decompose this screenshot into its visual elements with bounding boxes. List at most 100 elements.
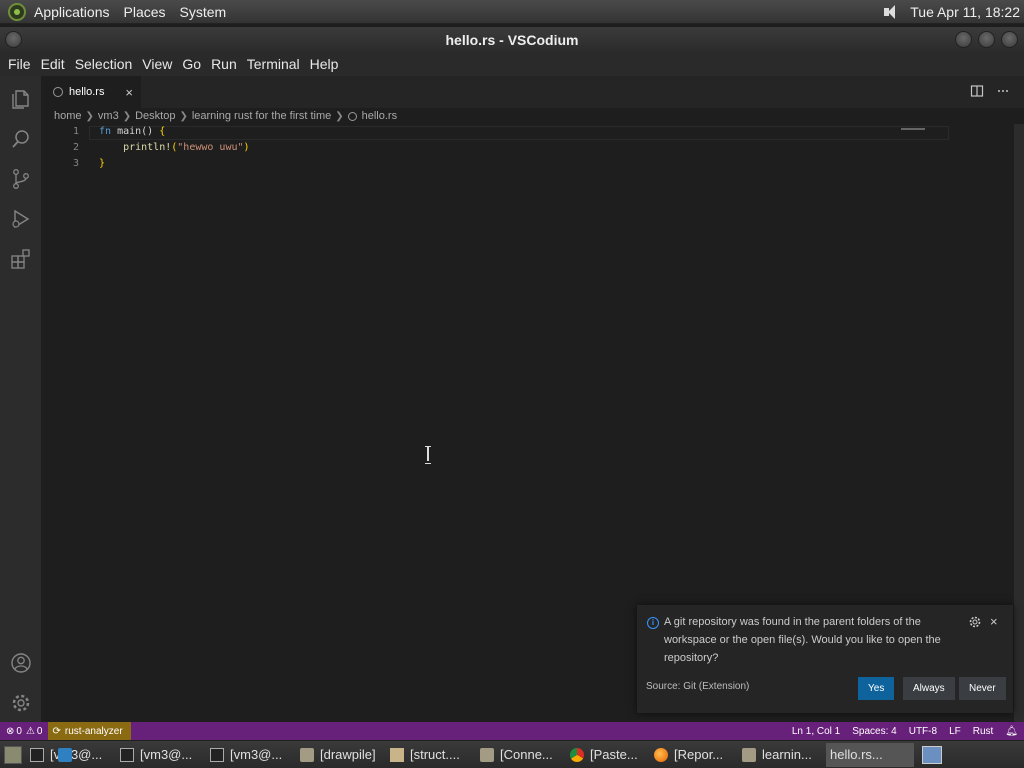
code-line[interactable]: 1 fn main() { xyxy=(41,123,941,139)
chevron-right-icon: ❯ xyxy=(85,110,94,122)
menu-view[interactable]: View xyxy=(137,56,177,72)
breadcrumb-folder[interactable]: learning rust for the first time xyxy=(192,110,331,122)
window-titlebar[interactable]: hello.rs - VSCodium xyxy=(0,27,1024,52)
line-number: 1 xyxy=(72,125,79,137)
taskbar-item[interactable]: [Conne... xyxy=(476,743,562,767)
status-bar: ⊗ 0 ⚠ 0 ⟳ rust-analyzer Ln 1, Col 1 Spac… xyxy=(0,722,1024,740)
split-editor-icon[interactable] xyxy=(970,84,984,98)
menu-terminal[interactable]: Terminal xyxy=(242,56,305,72)
menu-edit[interactable]: Edit xyxy=(36,56,70,72)
close-window-button[interactable] xyxy=(1001,31,1018,48)
code-line[interactable]: 2 println!("hewwo uwu") xyxy=(41,139,941,155)
tab-close-icon[interactable]: × xyxy=(125,85,133,100)
chevron-right-icon: ❯ xyxy=(335,110,344,122)
source-control-icon[interactable] xyxy=(10,168,32,190)
end-of-line[interactable]: LF xyxy=(949,726,961,737)
manage-gear-icon[interactable] xyxy=(10,692,32,714)
accounts-icon[interactable] xyxy=(10,652,32,674)
menubar: File Edit Selection View Go Run Terminal… xyxy=(0,52,1024,76)
activity-bar xyxy=(0,76,41,722)
chrome-icon xyxy=(570,747,584,762)
menu-go[interactable]: Go xyxy=(177,56,206,72)
error-icon: ⊗ xyxy=(6,725,15,737)
taskbar-item[interactable]: learnin... xyxy=(738,743,822,767)
terminal-icon xyxy=(210,747,224,762)
taskbar: [vm3@... [vm3@... [vm3@... [drawpile] [s… xyxy=(0,741,1024,768)
rust-file-icon xyxy=(347,111,357,121)
language-mode[interactable]: Rust xyxy=(973,726,994,737)
text-cursor-icon xyxy=(425,446,431,464)
notification-settings-gear-icon[interactable] xyxy=(969,616,981,628)
chevron-right-icon: ❯ xyxy=(122,110,132,122)
info-icon: i xyxy=(647,617,659,629)
menu-run[interactable]: Run xyxy=(206,56,242,72)
rust-analyzer-status[interactable]: ⟳ rust-analyzer xyxy=(48,722,131,740)
code-line[interactable]: 3 } xyxy=(41,155,941,171)
encoding[interactable]: UTF-8 xyxy=(909,726,937,737)
taskbar-item-active[interactable]: hello.rs... xyxy=(58,742,914,767)
tab-hello-rs[interactable]: hello.rs × xyxy=(41,76,141,108)
folder-icon xyxy=(480,747,494,762)
window-title: hello.rs - VSCodium xyxy=(445,31,579,48)
taskbar-item[interactable]: [struct.... xyxy=(386,743,472,767)
notification-message: A git repository was found in the parent… xyxy=(664,616,941,664)
panel-menu-places[interactable]: Places xyxy=(124,4,166,20)
terminal-icon xyxy=(120,747,134,762)
problems-indicator[interactable]: ⊗ 0 ⚠ 0 xyxy=(6,726,42,737)
cursor-position[interactable]: Ln 1, Col 1 xyxy=(792,726,840,737)
breadcrumb-vm3[interactable]: vm3 xyxy=(98,110,119,122)
panel-menu-system[interactable]: System xyxy=(180,4,227,20)
terminal-icon xyxy=(30,747,44,762)
panel-menu-applications[interactable]: Applications xyxy=(34,4,110,20)
never-button[interactable]: Never xyxy=(959,677,1006,700)
chevron-right-icon: ❯ xyxy=(179,110,188,122)
folder-icon xyxy=(300,747,314,762)
taskbar-item[interactable]: [drawpile] xyxy=(296,743,382,767)
sync-icon: ⟳ xyxy=(52,725,61,737)
panel-clock[interactable]: Tue Apr 11, 18:22 xyxy=(910,4,1020,20)
line-number: 3 xyxy=(72,157,79,169)
maximize-button[interactable] xyxy=(978,31,995,48)
gnome-logo-icon[interactable] xyxy=(8,2,26,21)
minimize-button[interactable] xyxy=(955,31,972,48)
notification-close-icon[interactable]: × xyxy=(990,614,998,629)
taskbar-item[interactable]: [vm3@... xyxy=(116,743,202,767)
firefox-icon xyxy=(654,747,668,762)
taskbar-item[interactable]: [Repor... xyxy=(650,743,734,767)
volume-icon[interactable] xyxy=(882,3,900,21)
git-repo-notification: i A git repository was found in the pare… xyxy=(637,605,1013,713)
warning-icon: ⚠ xyxy=(25,725,35,737)
more-actions-icon[interactable] xyxy=(996,84,1010,98)
indentation[interactable]: Spaces: 4 xyxy=(852,726,896,737)
notification-source: Source: Git (Extension) xyxy=(646,681,750,692)
taskbar-item[interactable]: [vm3@... xyxy=(206,743,292,767)
rust-file-icon xyxy=(53,87,63,97)
workspace-switcher[interactable] xyxy=(922,745,942,764)
breadcrumb-file[interactable]: hello.rs xyxy=(362,110,397,122)
window-menu-button[interactable] xyxy=(5,31,22,48)
line-code: fn main() { xyxy=(99,125,166,137)
line-code: } xyxy=(99,157,106,169)
folder-icon xyxy=(742,747,756,762)
menu-selection[interactable]: Selection xyxy=(70,56,138,72)
line-code: println!("hewwo uwu") xyxy=(99,141,250,153)
breadcrumb-home[interactable]: home xyxy=(54,110,82,122)
breadcrumb: home ❯ vm3 ❯ Desktop ❯ learning rust for… xyxy=(54,108,397,124)
taskbar-item[interactable]: [Paste... xyxy=(566,743,646,767)
editor-scrollbar[interactable] xyxy=(1014,124,1024,722)
menu-help[interactable]: Help xyxy=(305,56,344,72)
text-editor-icon xyxy=(390,747,404,762)
editor-tab-bar: hello.rs × xyxy=(41,76,1024,108)
extensions-icon[interactable] xyxy=(10,248,32,270)
run-debug-icon[interactable] xyxy=(10,208,32,230)
menu-file[interactable]: File xyxy=(0,56,36,72)
explorer-icon[interactable] xyxy=(10,88,32,110)
line-number: 2 xyxy=(72,141,79,153)
breadcrumb-desktop[interactable]: Desktop xyxy=(135,110,175,122)
top-panel: Applications Places System Tue Apr 11, 1… xyxy=(0,0,1024,24)
always-button[interactable]: Always xyxy=(903,677,955,700)
yes-button[interactable]: Yes xyxy=(858,677,895,700)
show-desktop-icon[interactable] xyxy=(4,745,22,764)
notifications-bell-icon[interactable]: 🔔︎ xyxy=(1005,726,1018,737)
search-icon[interactable] xyxy=(10,128,32,150)
